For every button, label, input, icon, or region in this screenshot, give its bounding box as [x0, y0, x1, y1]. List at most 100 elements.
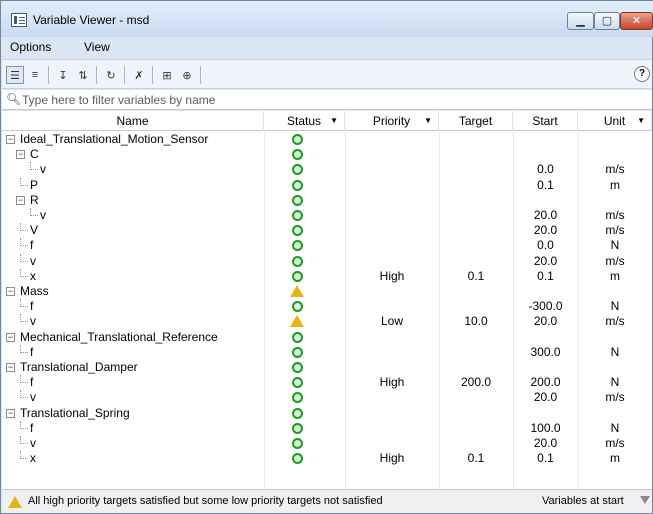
tree-view-icon[interactable]: ☰: [6, 66, 24, 84]
table-row[interactable]: − Translational_Damper: [2, 360, 652, 375]
sort-list-icon[interactable]: ⇅: [74, 66, 92, 84]
table-row[interactable]: − Translational_Spring: [2, 406, 652, 421]
col-header-name[interactable]: Name: [2, 111, 264, 131]
table-row[interactable]: x High 0.1 0.1 m: [2, 269, 652, 284]
unit-cell[interactable]: m: [578, 451, 652, 466]
status-dropdown-icon[interactable]: ▼: [330, 111, 338, 131]
unit-cell[interactable]: m/s: [578, 314, 652, 329]
unit-cell[interactable]: m/s: [578, 254, 652, 269]
collapse-icon[interactable]: −: [6, 287, 15, 296]
table-row[interactable]: V 20.0 m/s: [2, 223, 652, 238]
collapse-icon[interactable]: −: [6, 363, 15, 372]
menu-options[interactable]: Options: [10, 40, 51, 54]
start-cell[interactable]: 20.0: [513, 436, 578, 451]
priority-cell[interactable]: [345, 208, 439, 223]
table-row[interactable]: f High 200.0 200.0 N: [2, 375, 652, 390]
priority-cell[interactable]: [345, 406, 439, 421]
unit-cell[interactable]: [578, 147, 652, 162]
collapse-icon[interactable]: −: [6, 409, 15, 418]
collapse-icon[interactable]: −: [16, 150, 25, 159]
priority-cell[interactable]: [345, 254, 439, 269]
target-cell[interactable]: [439, 147, 513, 162]
priority-cell[interactable]: [345, 330, 439, 345]
unit-cell[interactable]: [578, 330, 652, 345]
priority-cell[interactable]: [345, 178, 439, 193]
unit-cell[interactable]: [578, 193, 652, 208]
priority-cell[interactable]: [345, 345, 439, 360]
table-row[interactable]: − Ideal_Translational_Motion_Sensor: [2, 132, 652, 147]
target-cell[interactable]: [439, 284, 513, 299]
col-header-start[interactable]: Start: [513, 111, 578, 131]
target-cell[interactable]: [439, 254, 513, 269]
help-button[interactable]: ?: [634, 66, 650, 82]
refresh-icon[interactable]: ↻: [102, 66, 120, 84]
table-row[interactable]: f 0.0 N: [2, 238, 652, 253]
unit-cell[interactable]: m: [578, 178, 652, 193]
start-cell[interactable]: 100.0: [513, 421, 578, 436]
flat-list-icon[interactable]: ≡: [26, 66, 44, 84]
unit-cell[interactable]: [578, 132, 652, 147]
unit-cell[interactable]: m: [578, 269, 652, 284]
add-column-icon[interactable]: ⊕: [178, 66, 196, 84]
unit-cell[interactable]: N: [578, 299, 652, 314]
start-cell[interactable]: 0.1: [513, 269, 578, 284]
table-row[interactable]: v 20.0 m/s: [2, 390, 652, 405]
start-cell[interactable]: [513, 406, 578, 421]
table-row[interactable]: P 0.1 m: [2, 178, 652, 193]
start-cell[interactable]: 20.0: [513, 208, 578, 223]
start-cell[interactable]: 20.0: [513, 254, 578, 269]
table-row[interactable]: x High 0.1 0.1 m: [2, 451, 652, 466]
start-cell[interactable]: [513, 284, 578, 299]
minimize-button[interactable]: ▁: [567, 12, 594, 30]
priority-cell[interactable]: [345, 299, 439, 314]
start-cell[interactable]: 0.1: [513, 451, 578, 466]
table-row[interactable]: v 20.0 m/s: [2, 254, 652, 269]
start-cell[interactable]: [513, 147, 578, 162]
menu-view[interactable]: View: [84, 40, 110, 54]
table-row[interactable]: v 20.0 m/s: [2, 436, 652, 451]
target-cell[interactable]: [439, 406, 513, 421]
export-table-icon[interactable]: ⊞: [158, 66, 176, 84]
unit-cell[interactable]: N: [578, 421, 652, 436]
unit-cell[interactable]: m/s: [578, 223, 652, 238]
collapse-icon[interactable]: −: [6, 135, 15, 144]
col-header-status[interactable]: Status ▼: [264, 111, 345, 131]
target-cell[interactable]: [439, 178, 513, 193]
col-header-unit[interactable]: Unit ▼: [578, 111, 652, 131]
unit-cell[interactable]: [578, 284, 652, 299]
priority-cell[interactable]: [345, 162, 439, 177]
table-row[interactable]: f 300.0 N: [2, 345, 652, 360]
start-cell[interactable]: [513, 330, 578, 345]
priority-cell[interactable]: [345, 132, 439, 147]
table-row[interactable]: f -300.0 N: [2, 299, 652, 314]
target-cell[interactable]: [439, 208, 513, 223]
filter-funnel-icon[interactable]: [640, 496, 650, 504]
collapse-icon[interactable]: −: [6, 333, 15, 342]
target-cell[interactable]: [439, 390, 513, 405]
maximize-button[interactable]: ▢: [594, 12, 620, 30]
target-cell[interactable]: [439, 421, 513, 436]
start-cell[interactable]: 20.0: [513, 314, 578, 329]
priority-cell[interactable]: [345, 436, 439, 451]
target-cell[interactable]: [439, 345, 513, 360]
target-cell[interactable]: 10.0: [439, 314, 513, 329]
start-cell[interactable]: 0.0: [513, 238, 578, 253]
priority-cell[interactable]: [345, 238, 439, 253]
target-cell[interactable]: [439, 330, 513, 345]
title-bar[interactable]: Variable Viewer - msd ▁ ▢ ✕: [1, 1, 653, 37]
target-cell[interactable]: 0.1: [439, 451, 513, 466]
target-cell[interactable]: [439, 193, 513, 208]
priority-dropdown-icon[interactable]: ▼: [424, 111, 432, 131]
unit-cell[interactable]: m/s: [578, 162, 652, 177]
unit-cell[interactable]: [578, 406, 652, 421]
target-cell[interactable]: 0.1: [439, 269, 513, 284]
clear-filter-icon[interactable]: ✗: [130, 66, 148, 84]
table-row[interactable]: − C: [2, 147, 652, 162]
unit-cell[interactable]: N: [578, 375, 652, 390]
priority-cell[interactable]: High: [345, 375, 439, 390]
start-cell[interactable]: 0.0: [513, 162, 578, 177]
start-cell[interactable]: 300.0: [513, 345, 578, 360]
table-row[interactable]: − Mass: [2, 284, 652, 299]
target-cell[interactable]: [439, 299, 513, 314]
priority-cell[interactable]: [345, 390, 439, 405]
